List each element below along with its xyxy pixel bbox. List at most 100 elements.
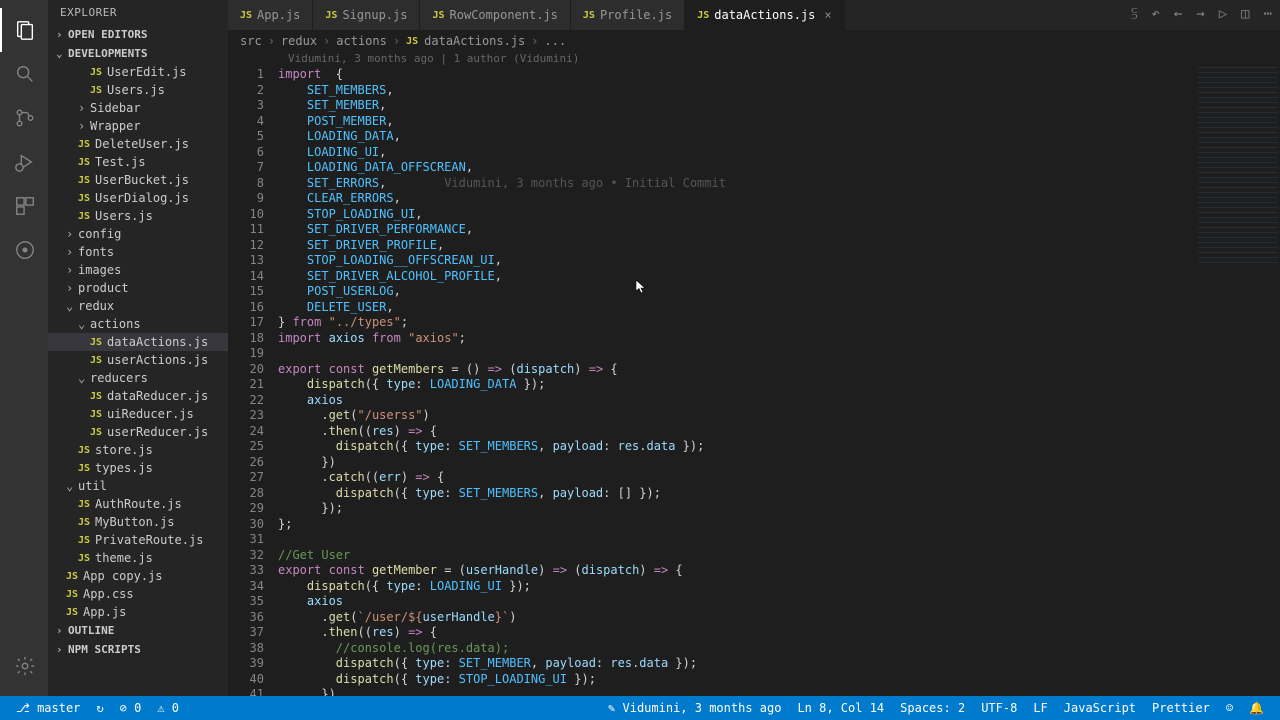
file-app-css[interactable]: JSApp.css	[48, 585, 228, 603]
tab-signup-js[interactable]: JSSignup.js	[313, 0, 420, 30]
file-userreducer-js[interactable]: JSuserReducer.js	[48, 423, 228, 441]
feedback-icon[interactable]: ☺	[1218, 701, 1241, 715]
file-theme-js[interactable]: JStheme.js	[48, 549, 228, 567]
chevron-icon: ›	[78, 101, 90, 115]
folder-images[interactable]: ›images	[48, 261, 228, 279]
file-store-js[interactable]: JSstore.js	[48, 441, 228, 459]
breadcrumb-segment[interactable]: redux	[281, 34, 317, 48]
file-useredit-js[interactable]: JSUserEdit.js	[48, 63, 228, 81]
file-label: Test.js	[95, 155, 146, 169]
tab-dataactions-js[interactable]: JSdataActions.js×	[685, 0, 844, 30]
run-icon[interactable]: ▷	[1219, 6, 1227, 22]
folder-redux[interactable]: ⌄redux	[48, 297, 228, 315]
file-app copy-js[interactable]: JSApp copy.js	[48, 567, 228, 585]
file-datareducer-js[interactable]: JSdataReducer.js	[48, 387, 228, 405]
folder-util[interactable]: ⌄util	[48, 477, 228, 495]
npm-scripts-header[interactable]: ›NPM SCRIPTS	[48, 640, 228, 659]
encoding[interactable]: UTF-8	[973, 701, 1025, 715]
js-icon: JS	[78, 175, 90, 186]
tab-profile-js[interactable]: JSProfile.js	[571, 0, 685, 30]
folder-wrapper[interactable]: ›Wrapper	[48, 117, 228, 135]
split-icon[interactable]: ◫	[1241, 6, 1249, 22]
editor-group: JSApp.jsJSSignup.jsJSRowComponent.jsJSPr…	[228, 0, 1280, 696]
folder-config[interactable]: ›config	[48, 225, 228, 243]
titlebar-icons: ⫓ ↶ ← → ▷ ◫ ⋯	[1131, 6, 1272, 22]
file-label: App.css	[83, 587, 134, 601]
language-mode[interactable]: JavaScript	[1056, 701, 1144, 715]
extensions-icon[interactable]	[0, 184, 48, 228]
outline-header[interactable]: ›OUTLINE	[48, 621, 228, 640]
settings-icon[interactable]	[0, 644, 48, 688]
search-icon[interactable]	[0, 52, 48, 96]
folder-product[interactable]: ›product	[48, 279, 228, 297]
js-icon: JS	[90, 67, 102, 78]
close-icon[interactable]: ×	[824, 8, 831, 22]
activity-bar	[0, 0, 48, 696]
undo-icon[interactable]: ↶	[1151, 6, 1159, 22]
open-editors-header[interactable]: ›OPEN EDITORS	[48, 25, 228, 44]
file-types-js[interactable]: JStypes.js	[48, 459, 228, 477]
file-users-js[interactable]: JSUsers.js	[48, 207, 228, 225]
explorer-icon[interactable]	[0, 8, 48, 52]
breadcrumb-segment[interactable]: ...	[545, 34, 567, 48]
js-icon: JS	[240, 10, 252, 21]
file-test-js[interactable]: JSTest.js	[48, 153, 228, 171]
file-privateroute-js[interactable]: JSPrivateRoute.js	[48, 531, 228, 549]
git-branch[interactable]: ⎇ master	[8, 701, 88, 715]
notifications-icon[interactable]: 🔔	[1241, 701, 1272, 715]
code-area[interactable]: import { SET_MEMBERS, SET_MEMBER, POST_M…	[278, 65, 1280, 696]
file-label: types.js	[95, 461, 153, 475]
compare-icon[interactable]: ⫓	[1131, 6, 1137, 22]
breadcrumb-segment[interactable]: dataActions.js	[424, 34, 525, 48]
folder-sidebar[interactable]: ›Sidebar	[48, 99, 228, 117]
cursor-position[interactable]: Ln 8, Col 14	[789, 701, 892, 715]
formatter[interactable]: Prettier	[1144, 701, 1218, 715]
file-mybutton-js[interactable]: JSMyButton.js	[48, 513, 228, 531]
folder-label: util	[78, 479, 107, 493]
file-label: UserBucket.js	[95, 173, 189, 187]
indentation[interactable]: Spaces: 2	[892, 701, 973, 715]
more-icon[interactable]: ⋯	[1264, 6, 1272, 22]
file-userbucket-js[interactable]: JS UserBucket.js	[48, 171, 228, 189]
chevron-right-icon: ›	[393, 34, 400, 48]
js-icon: JS	[90, 85, 102, 96]
file-dataactions-js[interactable]: JSdataActions.js	[48, 333, 228, 351]
workspace-header[interactable]: ⌄DEVELOPMENTS	[48, 44, 228, 63]
breadcrumb-segment[interactable]: src	[240, 34, 262, 48]
source-control-icon[interactable]	[0, 96, 48, 140]
remote-icon[interactable]	[0, 228, 48, 272]
file-authroute-js[interactable]: JSAuthRoute.js	[48, 495, 228, 513]
eol[interactable]: LF	[1025, 701, 1055, 715]
warnings[interactable]: ⚠ 0	[149, 701, 187, 715]
js-icon: JS	[78, 211, 90, 222]
line-blame[interactable]: ✎ Vidumini, 3 months ago	[600, 701, 789, 715]
tab-rowcomponent-js[interactable]: JSRowComponent.js	[420, 0, 570, 30]
file-userdialog-js[interactable]: JSUserDialog.js	[48, 189, 228, 207]
file-tree: JSUserEdit.jsJSUsers.js›Sidebar›WrapperJ…	[48, 63, 228, 621]
folder-actions[interactable]: ⌄actions	[48, 315, 228, 333]
minimap[interactable]	[1198, 65, 1278, 696]
breadcrumb-segment[interactable]: actions	[336, 34, 387, 48]
sync-button[interactable]: ↻	[88, 701, 111, 715]
chevron-icon: ⌄	[66, 479, 78, 493]
folder-fonts[interactable]: ›fonts	[48, 243, 228, 261]
chevron-icon: ⌄	[78, 317, 90, 331]
file-useractions-js[interactable]: JSuserActions.js	[48, 351, 228, 369]
file-uireducer-js[interactable]: JSuiReducer.js	[48, 405, 228, 423]
chevron-icon: ⌄	[78, 371, 90, 385]
tab-app-js[interactable]: JSApp.js	[228, 0, 313, 30]
file-label: MyButton.js	[95, 515, 174, 529]
prev-icon[interactable]: ←	[1174, 6, 1182, 22]
next-icon[interactable]: →	[1196, 6, 1204, 22]
file-label: dataReducer.js	[107, 389, 208, 403]
file-app-js[interactable]: JSApp.js	[48, 603, 228, 621]
file-deleteuser-js[interactable]: JSDeleteUser.js	[48, 135, 228, 153]
breadcrumb[interactable]: src›redux›actions›JS dataActions.js›...	[228, 30, 1280, 52]
errors[interactable]: ⊘ 0	[112, 701, 150, 715]
blame-header: Vidumini, 3 months ago | 1 author (Vidum…	[228, 52, 1280, 65]
folder-reducers[interactable]: ⌄reducers	[48, 369, 228, 387]
js-icon: JS	[78, 535, 90, 546]
file-users-js[interactable]: JSUsers.js	[48, 81, 228, 99]
debug-icon[interactable]	[0, 140, 48, 184]
editor[interactable]: 1234567891011121314151617181920212223242…	[228, 65, 1280, 696]
